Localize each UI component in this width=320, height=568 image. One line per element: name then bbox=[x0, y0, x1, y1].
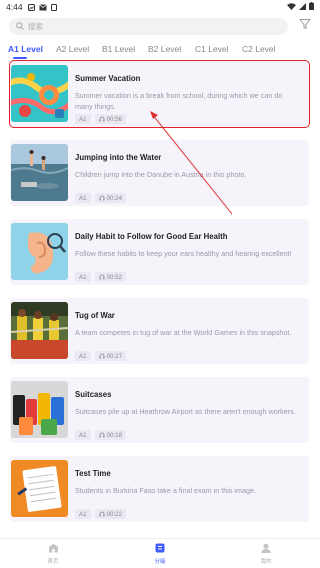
headphones-icon bbox=[99, 353, 105, 359]
duration-text: 00:18 bbox=[106, 431, 123, 439]
article-card-jumping-into-the-water[interactable]: Jumping into the Water Children jump int… bbox=[10, 140, 309, 206]
level-badge: A1 bbox=[75, 430, 91, 440]
tab-b1-level[interactable]: B1 Level bbox=[102, 44, 135, 54]
nav-level[interactable]: 分级 bbox=[145, 543, 175, 565]
article-tags: A1 00:24 bbox=[75, 193, 127, 203]
article-tags: A1 00:18 bbox=[75, 430, 127, 440]
gallery-notification-icon bbox=[27, 3, 35, 11]
search-icon bbox=[16, 17, 24, 35]
mail-notification-icon bbox=[38, 3, 47, 11]
tab-a1-level[interactable]: A1 Level bbox=[8, 44, 43, 54]
article-title: Suitcases bbox=[75, 390, 112, 399]
level-badge: A1 bbox=[75, 509, 91, 519]
duration-text: 00:56 bbox=[106, 115, 123, 123]
filter-button[interactable] bbox=[298, 19, 312, 33]
tab-c2-level[interactable]: C2 Level bbox=[242, 44, 276, 54]
article-description: Summer vacation is a break from school, … bbox=[75, 91, 283, 111]
duration-badge: 00:56 bbox=[94, 114, 127, 124]
headphones-icon bbox=[99, 116, 105, 122]
duration-text: 00:24 bbox=[106, 194, 123, 202]
tab-a2-level[interactable]: A2 Level bbox=[56, 44, 89, 54]
bottom-nav: 首页 分级 我的 bbox=[0, 538, 320, 568]
nav-profile-label: 我的 bbox=[260, 559, 272, 565]
article-thumbnail bbox=[11, 381, 68, 438]
article-card-test-time[interactable]: Test Time Students in Burkina Faso take … bbox=[10, 456, 309, 522]
article-thumbnail bbox=[11, 65, 68, 122]
level-badge: A1 bbox=[75, 351, 91, 361]
article-description: Children jump into the Danube in Austria… bbox=[75, 170, 247, 179]
level-tabs: A1 Level A2 Level B1 Level B2 Level C1 L… bbox=[0, 41, 320, 59]
search-input[interactable]: 搜索 bbox=[9, 17, 288, 35]
article-description: A team competes in tug of war at the Wor… bbox=[75, 328, 292, 337]
nav-profile[interactable]: 我的 bbox=[251, 543, 281, 565]
status-bar: 4:44 bbox=[0, 0, 320, 14]
article-tags: A1 00:22 bbox=[75, 509, 127, 519]
article-thumbnail bbox=[11, 460, 68, 517]
headphones-icon bbox=[99, 195, 105, 201]
headphones-icon bbox=[99, 432, 105, 438]
article-card-tug-of-war[interactable]: Tug of War A team competes in tug of war… bbox=[10, 298, 309, 364]
article-title: Tug of War bbox=[75, 311, 115, 320]
article-card-summer-vacation[interactable]: Summer Vacation Summer vacation is a bre… bbox=[9, 60, 310, 128]
app-notification-icon bbox=[50, 3, 57, 11]
active-tab-indicator bbox=[13, 57, 27, 59]
wifi-icon bbox=[287, 2, 296, 12]
article-thumbnail bbox=[11, 302, 68, 359]
article-title: Daily Habit to Follow for Good Ear Healt… bbox=[75, 232, 228, 241]
duration-badge: 00:27 bbox=[94, 351, 127, 361]
search-placeholder: 搜索 bbox=[28, 21, 43, 31]
signal-icon bbox=[299, 2, 306, 12]
home-icon bbox=[38, 543, 68, 555]
duration-badge: 00:22 bbox=[94, 509, 127, 519]
article-title: Test Time bbox=[75, 469, 111, 478]
headphones-icon bbox=[99, 274, 105, 280]
duration-text: 00:27 bbox=[106, 352, 123, 360]
article-description: Suitcases pile up at Heathrow Airport as… bbox=[75, 407, 296, 416]
duration-text: 00:52 bbox=[106, 273, 123, 281]
headphones-icon bbox=[99, 511, 105, 517]
article-description: Follow these habits to keep your ears he… bbox=[75, 249, 292, 258]
tab-b2-level[interactable]: B2 Level bbox=[148, 44, 181, 54]
nav-home[interactable]: 首页 bbox=[38, 543, 68, 565]
level-icon bbox=[145, 543, 175, 555]
level-badge: A1 bbox=[75, 193, 91, 203]
duration-text: 00:22 bbox=[106, 510, 123, 518]
level-badge: A1 bbox=[75, 114, 91, 124]
tab-c1-level[interactable]: C1 Level bbox=[195, 44, 229, 54]
article-tags: A1 00:52 bbox=[75, 272, 127, 282]
battery-icon bbox=[309, 2, 314, 12]
article-title: Summer Vacation bbox=[75, 74, 141, 83]
article-card-ear-health[interactable]: Daily Habit to Follow for Good Ear Healt… bbox=[10, 219, 309, 285]
article-description: Students in Burkina Faso take a final ex… bbox=[75, 486, 256, 495]
nav-level-label: 分级 bbox=[154, 559, 166, 565]
search-row: 搜索 bbox=[9, 17, 312, 35]
level-badge: A1 bbox=[75, 272, 91, 282]
duration-badge: 00:24 bbox=[94, 193, 127, 203]
profile-icon bbox=[251, 543, 281, 555]
article-title: Jumping into the Water bbox=[75, 153, 162, 162]
article-tags: A1 00:27 bbox=[75, 351, 127, 361]
article-thumbnail bbox=[11, 223, 68, 280]
filter-icon bbox=[299, 17, 311, 35]
article-card-suitcases[interactable]: Suitcases Suitcases pile up at Heathrow … bbox=[10, 377, 309, 443]
article-thumbnail bbox=[11, 144, 68, 201]
article-tags: A1 00:56 bbox=[75, 114, 127, 124]
duration-badge: 00:52 bbox=[94, 272, 127, 282]
status-time: 4:44 bbox=[6, 2, 23, 12]
nav-home-label: 首页 bbox=[47, 559, 59, 565]
duration-badge: 00:18 bbox=[94, 430, 127, 440]
